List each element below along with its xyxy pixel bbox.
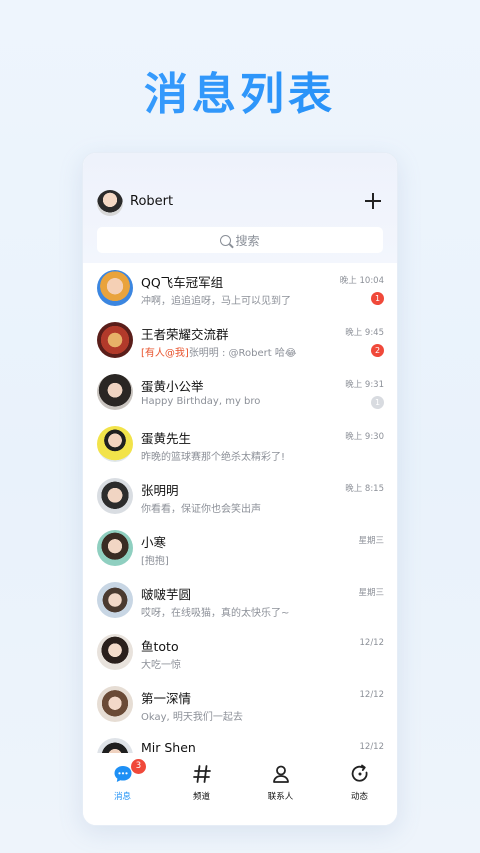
chat-time: 星期三 (358, 536, 384, 546)
bottom-tab-bar: 3 消息 频道 联系人 动态 (83, 753, 397, 825)
chat-preview: 哎呀，在线吸猫，真的太快乐了~ (141, 608, 290, 619)
user-avatar (97, 478, 133, 514)
chat-title: 第一深情 (141, 691, 192, 706)
group-avatar (97, 270, 133, 306)
group-avatar (97, 322, 133, 358)
chat-preview: Okay, 明天我们一起去 (141, 712, 243, 723)
chat-row-xiaohan[interactable]: 小寒 [抱抱] 星期三 (83, 523, 397, 575)
refresh-circle-icon (349, 763, 371, 785)
chat-time: 晚上 9:31 (345, 380, 384, 390)
chat-time: 星期三 (358, 588, 384, 598)
messages-header: Robert 搜索 (83, 153, 397, 263)
chat-title: 王者荣耀交流群 (141, 327, 229, 342)
chat-title: 小寒 (141, 535, 167, 550)
mention-tag: [有人@我] (141, 348, 189, 359)
chat-preview: [有人@我]张明明 : @Robert 哈😂 (141, 344, 297, 359)
tab-label: 动态 (350, 792, 368, 802)
tab-contacts[interactable]: 联系人 (241, 753, 320, 825)
chat-row-mir-shen[interactable]: Mir Shen 12/12 (83, 731, 397, 753)
user-avatar (97, 530, 133, 566)
my-user-name: Robert (130, 194, 174, 209)
chat-row-danhuang-princess[interactable]: 蛋黄小公举 Happy Birthday, my bro 晚上 9:31 1 (83, 367, 397, 419)
search-placeholder: 搜索 (235, 233, 260, 248)
chat-row-first-love[interactable]: 第一深情 Okay, 明天我们一起去 12/12 (83, 679, 397, 731)
chat-preview: 冲啊，追追追呀，马上可以见到了 (141, 296, 291, 307)
chat-time: 12/12 (359, 690, 385, 700)
chat-preview: 昨晚的篮球赛那个绝杀太精彩了! (141, 452, 286, 463)
chat-title: 啵啵芋圆 (141, 587, 192, 602)
chat-time: 晚上 10:04 (339, 276, 384, 286)
promo-title: 消息列表 (0, 58, 480, 122)
chat-title: 鱼toto (141, 639, 179, 654)
user-avatar (97, 738, 133, 753)
messages-unread-badge: 3 (131, 759, 146, 774)
chat-row-bobo-yuyuan[interactable]: 啵啵芋圆 哎呀，在线吸猫，真的太快乐了~ 星期三 (83, 575, 397, 627)
chat-time: 12/12 (359, 638, 385, 648)
tab-moments[interactable]: 动态 (320, 753, 397, 825)
unread-badge: 2 (371, 344, 384, 357)
chat-time: 12/12 (359, 742, 385, 752)
chat-row-honor-of-kings[interactable]: 王者荣耀交流群 [有人@我]张明明 : @Robert 哈😂 晚上 9:45 2 (83, 315, 397, 367)
search-bar[interactable]: 搜索 (97, 227, 383, 253)
search-icon (220, 234, 232, 246)
chat-title: 蛋黄小公举 (141, 379, 204, 394)
chat-list: QQ飞车冠军组 冲啊，追追追呀，马上可以见到了 晚上 10:04 1 王者荣耀交… (83, 263, 397, 753)
tab-channels[interactable]: 频道 (162, 753, 241, 825)
tab-label: 频道 (192, 792, 210, 802)
unread-badge: 1 (371, 396, 384, 409)
chat-row-danhuang-mr[interactable]: 蛋黄先生 昨晚的篮球赛那个绝杀太精彩了! 晚上 9:30 (83, 419, 397, 471)
user-avatar (97, 374, 133, 410)
my-avatar[interactable] (97, 190, 123, 216)
chat-preview: 你看看，保证你也会笑出声 (141, 504, 261, 515)
chat-title: 蛋黄先生 (141, 431, 192, 446)
hash-icon (191, 763, 213, 785)
chat-title: QQ飞车冠军组 (141, 275, 224, 290)
chat-title: Mir Shen (141, 740, 196, 753)
tab-label: 联系人 (267, 792, 294, 802)
user-avatar (97, 426, 133, 462)
contact-person-icon (270, 763, 292, 785)
tab-label: 消息 (113, 792, 131, 802)
unread-badge: 1 (371, 292, 384, 305)
user-avatar (97, 686, 133, 722)
tab-messages[interactable]: 3 消息 (83, 753, 162, 825)
chat-row-zhang-mingming[interactable]: 张明明 你看看，保证你也会笑出声 晚上 8:15 (83, 471, 397, 523)
chat-time: 晚上 9:30 (345, 432, 384, 442)
chat-preview: Happy Birthday, my bro (141, 396, 261, 407)
user-avatar (97, 634, 133, 670)
add-plus-button[interactable] (363, 191, 383, 211)
chat-row-yu-toto[interactable]: 鱼toto 大吃一惊 12/12 (83, 627, 397, 679)
chat-row-qq-speed[interactable]: QQ飞车冠军组 冲啊，追追追呀，马上可以见到了 晚上 10:04 1 (83, 263, 397, 315)
chat-preview: [抱抱] (141, 556, 169, 567)
chat-title: 张明明 (141, 483, 179, 498)
phone-screen: Robert 搜索 QQ飞车冠军组 冲啊，追追追呀，马上可以见到了 晚上 10:… (82, 152, 398, 826)
chat-preview-text: 张明明 : @Robert 哈😂 (188, 348, 297, 359)
chat-preview: 大吃一惊 (141, 660, 181, 671)
user-avatar (97, 582, 133, 618)
chat-time: 晚上 8:15 (345, 484, 384, 494)
chat-time: 晚上 9:45 (345, 328, 384, 338)
